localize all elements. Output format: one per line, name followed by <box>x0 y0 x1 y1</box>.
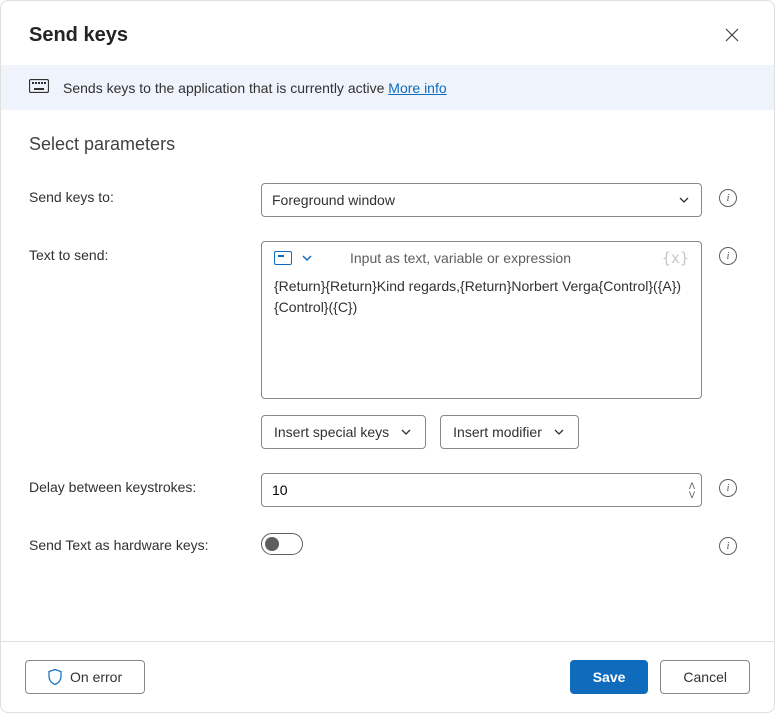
chevron-down-icon <box>552 425 566 439</box>
info-icon[interactable]: i <box>719 537 737 555</box>
dialog-header: Send keys <box>1 1 774 65</box>
chevron-down-icon[interactable] <box>300 251 314 265</box>
spinner-down[interactable]: ᐯ <box>687 491 697 499</box>
on-error-button[interactable]: On error <box>25 660 145 694</box>
section-title: Select parameters <box>29 134 746 155</box>
dialog-footer: On error Save Cancel <box>1 641 774 712</box>
input-hint: Input as text, variable or expression <box>350 250 571 266</box>
dialog-title: Send keys <box>29 24 128 47</box>
chevron-down-icon <box>677 193 691 207</box>
variable-icon[interactable]: {x} <box>662 249 689 267</box>
banner-text: Sends keys to the application that is cu… <box>63 80 447 96</box>
insert-special-keys-button[interactable]: Insert special keys <box>261 415 426 449</box>
keyboard-icon <box>29 79 49 96</box>
insert-modifier-button[interactable]: Insert modifier <box>440 415 579 449</box>
hardware-toggle[interactable] <box>261 533 303 555</box>
info-banner: Sends keys to the application that is cu… <box>1 65 774 110</box>
close-icon <box>725 28 739 42</box>
label-send-keys-to: Send keys to: <box>29 183 253 205</box>
delay-spinner[interactable]: ᐱ ᐯ <box>261 473 702 507</box>
row-text-to-send: Text to send: Input as text, variable or… <box>29 241 746 449</box>
spinner-up[interactable]: ᐱ <box>687 482 697 490</box>
toggle-knob <box>265 537 279 551</box>
dialog-content: Select parameters Send keys to: Foregrou… <box>1 110 774 641</box>
delay-input[interactable] <box>272 482 612 498</box>
send-keys-dialog: Send keys Sends keys to the application … <box>0 0 775 713</box>
insert-buttons-row: Insert special keys Insert modifier <box>261 415 702 449</box>
save-button[interactable]: Save <box>570 660 649 694</box>
text-to-send-panel[interactable]: Input as text, variable or expression {x… <box>261 241 702 399</box>
info-icon[interactable]: i <box>719 479 737 497</box>
label-delay: Delay between keystrokes: <box>29 473 253 495</box>
text-panel-toolbar: Input as text, variable or expression {x… <box>274 250 689 266</box>
cancel-button[interactable]: Cancel <box>660 660 750 694</box>
text-icon <box>274 251 292 265</box>
row-hardware: Send Text as hardware keys: i <box>29 531 746 555</box>
chevron-down-icon <box>399 425 413 439</box>
more-info-link[interactable]: More info <box>388 80 446 96</box>
close-button[interactable] <box>718 21 746 49</box>
info-icon[interactable]: i <box>719 247 737 265</box>
row-delay: Delay between keystrokes: ᐱ ᐯ i <box>29 473 746 507</box>
info-icon[interactable]: i <box>719 189 737 207</box>
text-to-send-value[interactable]: {Return}{Return}Kind regards,{Return}Nor… <box>274 276 689 318</box>
row-send-keys-to: Send keys to: Foreground window i <box>29 183 746 217</box>
label-text-to-send: Text to send: <box>29 241 253 263</box>
send-keys-to-select[interactable]: Foreground window <box>261 183 702 217</box>
select-value: Foreground window <box>272 192 395 208</box>
label-hardware: Send Text as hardware keys: <box>29 531 253 553</box>
shield-icon <box>48 669 62 685</box>
